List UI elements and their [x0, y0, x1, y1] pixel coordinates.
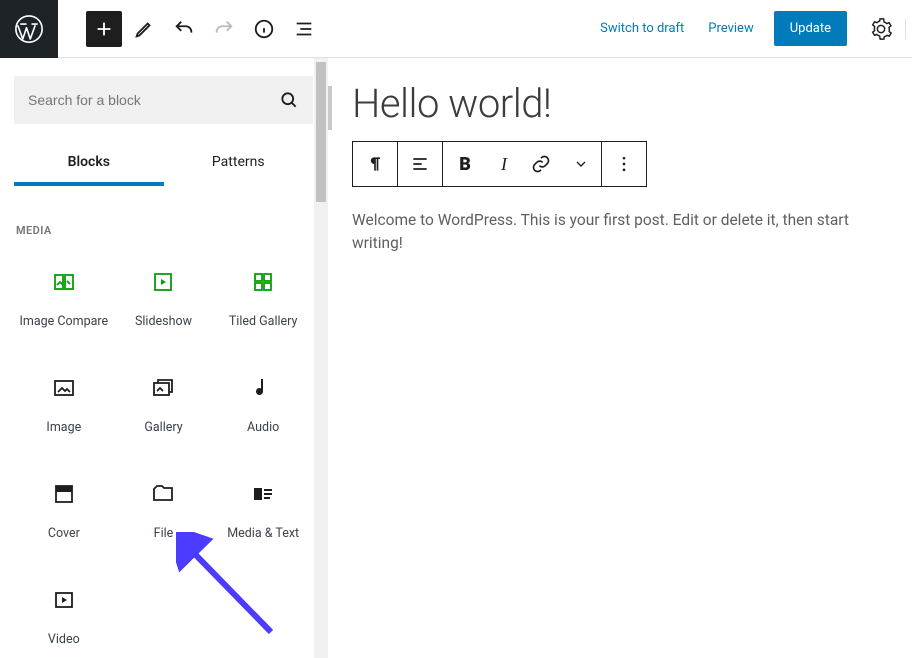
settings-button[interactable] — [863, 11, 899, 47]
scrollbar-thumb[interactable] — [316, 62, 326, 202]
block-tiled-gallery[interactable]: Tiled Gallery — [213, 251, 313, 347]
post-title-input[interactable]: Hello world! — [352, 80, 888, 127]
block-image[interactable]: Image — [14, 357, 114, 453]
media-text-icon — [251, 480, 275, 508]
cover-icon — [52, 480, 76, 508]
block-slideshow[interactable]: Slideshow — [114, 251, 214, 347]
slideshow-icon — [151, 268, 175, 296]
editor-canvas[interactable]: Hello world! B I Welcome to WordPress. T… — [328, 58, 912, 658]
toolbar-italic-button[interactable]: I — [487, 142, 521, 186]
block-toolbar: B I — [352, 141, 647, 187]
toolbar-paragraph-button[interactable] — [353, 142, 397, 186]
image-compare-icon — [52, 268, 76, 296]
search-input[interactable] — [28, 92, 279, 108]
kebab-icon — [614, 154, 634, 174]
tab-patterns[interactable]: Patterns — [164, 142, 314, 186]
topbar-right: Switch to draft Preview Update — [588, 0, 912, 57]
block-label: Image Compare — [19, 314, 108, 330]
wordpress-logo[interactable] — [0, 0, 58, 58]
edit-button[interactable] — [126, 11, 162, 47]
audio-icon — [251, 374, 275, 402]
image-icon — [52, 374, 76, 402]
gallery-icon — [151, 374, 175, 402]
align-left-icon — [410, 154, 430, 174]
pencil-icon — [133, 18, 155, 40]
block-cover[interactable]: Cover — [14, 463, 114, 559]
divider — [905, 19, 906, 39]
block-label: Video — [48, 632, 80, 648]
undo-button[interactable] — [166, 11, 202, 47]
block-label: File — [154, 526, 174, 542]
info-button[interactable] — [246, 11, 282, 47]
block-media-text[interactable]: Media & Text — [213, 463, 313, 559]
italic-icon: I — [501, 154, 507, 175]
undo-icon — [173, 18, 195, 40]
block-label: Slideshow — [135, 314, 192, 330]
block-label: Tiled Gallery — [229, 314, 298, 330]
title-selection-handle — [328, 86, 332, 130]
outline-button[interactable] — [286, 11, 322, 47]
list-outline-icon — [293, 18, 315, 40]
link-icon — [531, 154, 551, 174]
block-grid: Image Compare Slideshow Tiled Gallery Im… — [14, 251, 313, 658]
block-label: Image — [46, 420, 81, 436]
block-label: Audio — [247, 420, 279, 436]
block-file[interactable]: File — [114, 463, 214, 559]
paragraph-block[interactable]: Welcome to WordPress. This is your first… — [352, 209, 888, 256]
preview-link[interactable]: Preview — [696, 21, 765, 36]
top-toolbar: Switch to draft Preview Update — [0, 0, 912, 58]
search-icon — [279, 90, 299, 110]
block-search[interactable] — [14, 76, 313, 124]
toolbar-more-inline-button[interactable] — [561, 142, 601, 186]
block-label: Media & Text — [227, 526, 299, 542]
redo-icon — [213, 18, 235, 40]
gear-icon — [870, 18, 892, 40]
update-button[interactable]: Update — [774, 11, 847, 46]
block-inserter-sidebar: Blocks Patterns MEDIA Image Compare Slid… — [0, 58, 328, 658]
toolbar-options-button[interactable] — [602, 142, 646, 186]
plus-icon — [93, 18, 115, 40]
add-block-button[interactable] — [86, 11, 122, 47]
inserter-tabs: Blocks Patterns — [14, 142, 313, 186]
block-video[interactable]: Video — [14, 569, 114, 658]
sidebar-scrollbar[interactable] — [314, 58, 328, 658]
toolbar-align-button[interactable] — [398, 142, 442, 186]
block-label: Cover — [48, 526, 80, 542]
switch-to-draft-link[interactable]: Switch to draft — [588, 21, 696, 36]
section-heading-media: MEDIA — [16, 224, 313, 237]
bold-icon: B — [459, 154, 471, 175]
redo-button — [206, 11, 242, 47]
wordpress-icon — [14, 14, 44, 44]
block-image-compare[interactable]: Image Compare — [14, 251, 114, 347]
block-audio[interactable]: Audio — [213, 357, 313, 453]
block-label: Gallery — [144, 420, 182, 436]
topbar-left — [0, 0, 322, 57]
toolbar-link-button[interactable] — [521, 142, 561, 186]
video-icon — [52, 586, 76, 614]
block-gallery[interactable]: Gallery — [114, 357, 214, 453]
toolbar-bold-button[interactable]: B — [443, 142, 487, 186]
chevron-down-icon — [573, 156, 589, 172]
tiled-gallery-icon — [251, 268, 275, 296]
file-icon — [151, 480, 175, 508]
pilcrow-icon — [365, 154, 385, 174]
info-icon — [253, 18, 275, 40]
tab-blocks[interactable]: Blocks — [14, 142, 164, 186]
